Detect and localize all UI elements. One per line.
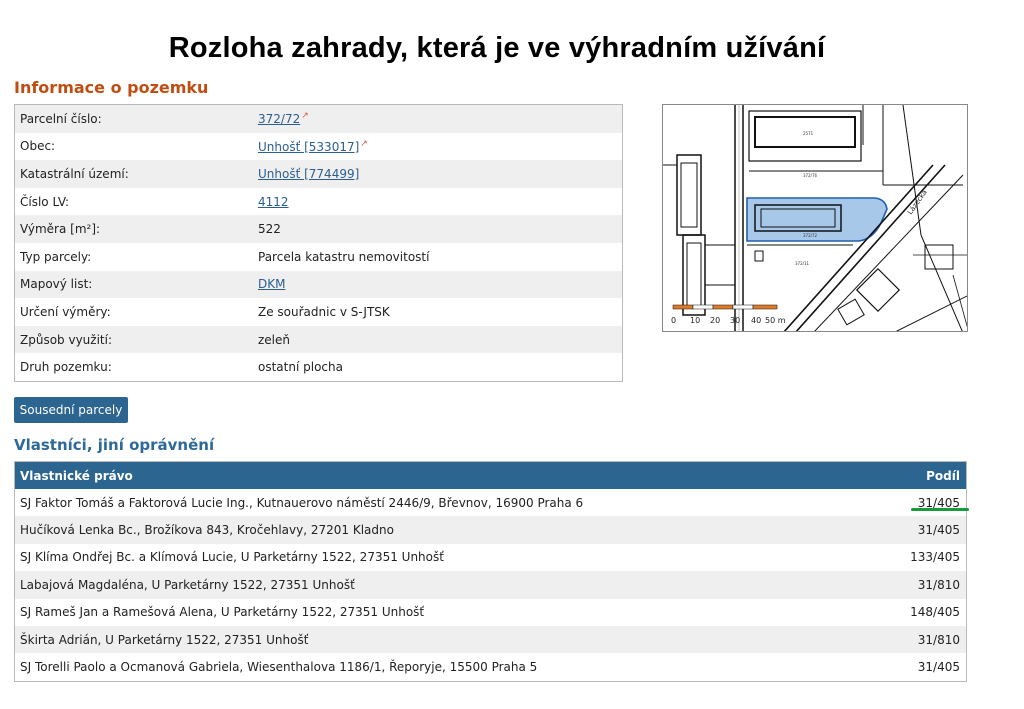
svg-text:2571: 2571 bbox=[803, 131, 814, 136]
owner-share: 31/810 bbox=[917, 632, 960, 647]
owners-section-title: Vlastníci, jiní oprávnění bbox=[14, 436, 215, 454]
svg-text:372/76: 372/76 bbox=[803, 173, 818, 178]
info-label: Parcelní číslo: bbox=[20, 111, 102, 126]
cadastral-map[interactable]: 2571 372/76 372/72 372/11 Lázecká 0 10 2… bbox=[662, 104, 968, 332]
scale-label-20: 20 bbox=[710, 316, 720, 325]
owner-share: 31/405 bbox=[917, 660, 960, 675]
info-label: Číslo LV: bbox=[20, 194, 70, 209]
info-value: Ze souřadnic v S-JTSK bbox=[258, 304, 390, 319]
info-row-municipality: Obec: Unhošť [533017]↗ bbox=[15, 132, 622, 161]
page-headline: Rozloha zahrady, která je ve výhradním u… bbox=[168, 32, 826, 64]
info-label: Katastrální území: bbox=[20, 166, 129, 181]
owner-share: 148/405 bbox=[910, 605, 960, 620]
info-value: zeleň bbox=[258, 332, 291, 347]
map-sheet-link[interactable]: DKM bbox=[258, 277, 285, 291]
info-row-lv-number: Číslo LV: 4112 bbox=[15, 187, 622, 216]
owner-name: Labajová Magdaléna, U Parketárny 1522, 2… bbox=[20, 577, 355, 592]
info-label: Druh pozemku: bbox=[20, 360, 112, 375]
table-row: SJ Rameš Jan a Ramešová Alena, U Parketá… bbox=[15, 598, 966, 626]
table-row: SJ Faktor Tomáš a Faktorová Lucie Ing., … bbox=[15, 489, 966, 517]
external-link-icon[interactable]: ↗ bbox=[360, 139, 368, 149]
owner-share: 133/405 bbox=[910, 550, 960, 565]
table-row: Hučíková Lenka Bc., Brožíkova 843, Kroče… bbox=[15, 516, 966, 544]
owner-name: SJ Klíma Ondřej Bc. a Klímová Lucie, U P… bbox=[20, 550, 444, 565]
owner-name: Hučíková Lenka Bc., Brožíkova 843, Kroče… bbox=[20, 523, 394, 538]
owner-name: SJ Rameš Jan a Ramešová Alena, U Parketá… bbox=[20, 605, 425, 620]
table-row: SJ Klíma Ondřej Bc. a Klímová Lucie, U P… bbox=[15, 543, 966, 572]
municipality-link[interactable]: Unhošť [533017] bbox=[258, 140, 359, 154]
scale-label-30: 30 bbox=[730, 316, 740, 325]
info-row-area: Výměra [m²]: 522 bbox=[15, 215, 622, 243]
cadastral-area-link[interactable]: Unhošť [774499] bbox=[258, 167, 359, 181]
info-row-land-use: Způsob využití: zeleň bbox=[15, 325, 622, 354]
info-value: ostatní plocha bbox=[258, 360, 343, 375]
cadastral-map-drawing: 2571 372/76 372/72 372/11 Lázecká 0 10 2… bbox=[663, 105, 967, 331]
owner-name: SJ Faktor Tomáš a Faktorová Lucie Ing., … bbox=[20, 495, 584, 510]
info-section-title: Informace o pozemku bbox=[14, 78, 209, 97]
owner-share: 31/405 bbox=[917, 523, 960, 538]
owners-table-body: SJ Faktor Tomáš a Faktorová Lucie Ing., … bbox=[15, 489, 966, 681]
info-label: Mapový list: bbox=[20, 277, 93, 292]
info-label: Obec: bbox=[20, 139, 56, 154]
scale-label-0: 0 bbox=[671, 316, 676, 325]
info-label: Výměra [m²]: bbox=[20, 222, 101, 237]
info-row-map-sheet: Mapový list: DKM bbox=[15, 270, 622, 299]
column-header-share: Podíl bbox=[926, 468, 960, 483]
svg-text:372/72: 372/72 bbox=[803, 233, 818, 238]
lv-number-link[interactable]: 4112 bbox=[258, 195, 289, 209]
owner-share: 31/810 bbox=[917, 577, 960, 592]
parcel-number-link[interactable]: 372/72 bbox=[258, 112, 300, 126]
svg-text:372/11: 372/11 bbox=[795, 261, 810, 266]
table-row: Škirta Adrián, U Parketárny 1522, 27351 … bbox=[15, 625, 966, 654]
info-row-land-kind: Druh pozemku: ostatní plocha bbox=[15, 353, 622, 381]
scale-label-50: 50 m bbox=[765, 316, 786, 325]
owners-table: Vlastnické právo Podíl SJ Faktor Tomáš a… bbox=[14, 461, 967, 682]
info-value: Parcela katastru nemovitostí bbox=[258, 249, 430, 264]
info-row-parcel-number: Parcelní číslo: 372/72↗ bbox=[15, 105, 622, 133]
column-header-ownership: Vlastnické právo bbox=[20, 468, 133, 483]
scale-label-10: 10 bbox=[690, 316, 700, 325]
owner-name: SJ Torelli Paolo a Ocmanová Gabriela, Wi… bbox=[20, 660, 538, 675]
info-label: Určení výměry: bbox=[20, 304, 111, 319]
parcel-info-table: Parcelní číslo: 372/72↗ Obec: Unhošť [53… bbox=[14, 104, 623, 382]
table-row: SJ Torelli Paolo a Ocmanová Gabriela, Wi… bbox=[15, 653, 966, 681]
info-value: 522 bbox=[258, 222, 281, 237]
info-label: Způsob využití: bbox=[20, 332, 112, 347]
external-link-icon[interactable]: ↗ bbox=[301, 111, 309, 121]
info-row-area-determination: Určení výměry: Ze souřadnic v S-JTSK bbox=[15, 298, 622, 326]
neighbor-parcels-button[interactable]: Sousední parcely bbox=[14, 397, 128, 423]
info-row-parcel-type: Typ parcely: Parcela katastru nemovitost… bbox=[15, 242, 622, 271]
owners-table-header: Vlastnické právo Podíl bbox=[15, 462, 966, 489]
info-label: Typ parcely: bbox=[20, 249, 92, 264]
scale-label-40: 40 bbox=[751, 316, 761, 325]
share-highlight-underline bbox=[911, 508, 969, 511]
info-row-cadastral-area: Katastrální území: Unhošť [774499] bbox=[15, 160, 622, 188]
owner-name: Škirta Adrián, U Parketárny 1522, 27351 … bbox=[20, 632, 309, 647]
table-row: Labajová Magdaléna, U Parketárny 1522, 2… bbox=[15, 571, 966, 599]
